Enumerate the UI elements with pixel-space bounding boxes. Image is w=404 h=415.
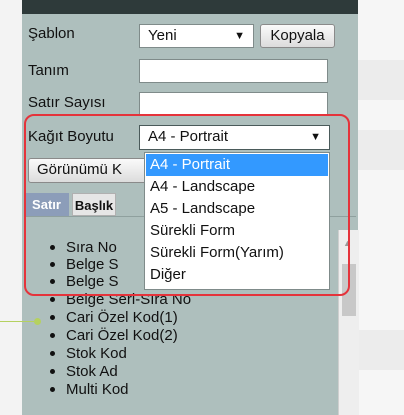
satir-sayisi-input[interactable] bbox=[139, 92, 328, 116]
satir-sayisi-label: Satır Sayısı bbox=[28, 94, 106, 111]
tanim-label: Tanım bbox=[28, 62, 69, 79]
sablon-label: Şablon bbox=[28, 25, 75, 42]
sablon-select-value: Yeni bbox=[148, 27, 177, 44]
list-item[interactable]: Cari Özel Kod(1) bbox=[50, 309, 178, 327]
list-item[interactable]: Stok Kod bbox=[50, 345, 127, 363]
kopyala-button[interactable]: Kopyala bbox=[260, 24, 335, 48]
annotation-pointer-head bbox=[34, 318, 41, 325]
chevron-down-icon: ▼ bbox=[234, 30, 245, 42]
annotation-pointer bbox=[0, 321, 34, 322]
annotation-highlight bbox=[24, 114, 350, 296]
panel-titlebar bbox=[22, 0, 358, 14]
list-item[interactable]: Stok Ad bbox=[50, 363, 118, 381]
sablon-select[interactable]: Yeni ▼ bbox=[139, 24, 254, 48]
list-item[interactable]: Multi Kod bbox=[50, 381, 129, 399]
list-item[interactable]: Cari Özel Kod(2) bbox=[50, 327, 178, 345]
tanim-input[interactable] bbox=[139, 59, 328, 83]
